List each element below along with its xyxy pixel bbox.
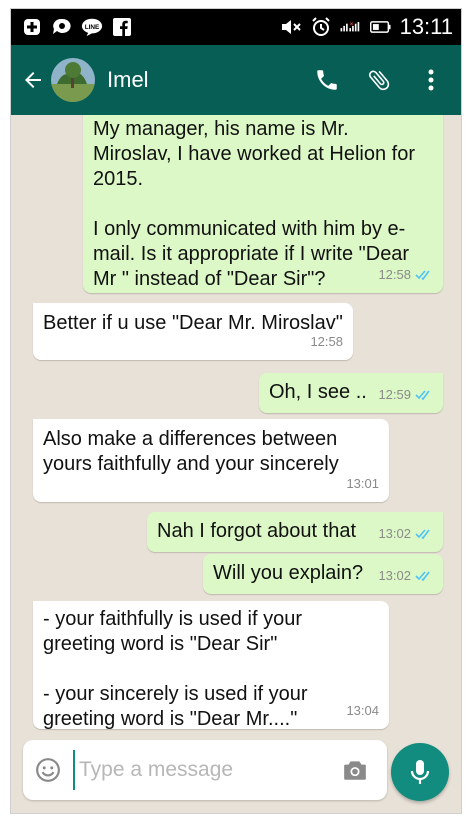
message-bubble-outgoing[interactable]: Nah I forgot about that 13:02 bbox=[147, 512, 443, 552]
attach-button[interactable] bbox=[363, 60, 395, 100]
message-text: Oh, I see .. bbox=[269, 381, 367, 403]
message-bubble-incoming[interactable]: Better if u use "Dear Mr. Miroslav" 12:5… bbox=[33, 303, 353, 360]
status-right: 13:11 bbox=[280, 14, 461, 40]
message-sync-icon bbox=[51, 16, 73, 38]
message-text: Also make a differences between yours fa… bbox=[43, 428, 339, 475]
message-meta: 12:58 bbox=[378, 262, 433, 287]
message-time: 13:02 bbox=[378, 526, 411, 541]
svg-text:LINE: LINE bbox=[85, 24, 100, 31]
camera-button[interactable] bbox=[337, 740, 373, 800]
camera-icon bbox=[344, 761, 366, 780]
message-time: 12:58 bbox=[378, 267, 411, 282]
contact-name[interactable]: Imel bbox=[107, 67, 149, 93]
message-text: Better if u use "Dear Mr. Miroslav" bbox=[43, 312, 343, 334]
message-time: 13:02 bbox=[378, 568, 411, 583]
read-ticks-icon bbox=[415, 528, 430, 539]
message-text: - your faithfully is used if your greeti… bbox=[43, 608, 308, 730]
message-meta: 13:04 bbox=[346, 698, 379, 723]
alarm-icon bbox=[310, 16, 332, 38]
message-time: 12:58 bbox=[310, 334, 343, 349]
battery-icon bbox=[369, 16, 392, 38]
message-time: 13:01 bbox=[346, 476, 379, 491]
message-text: Will you explain? bbox=[213, 562, 364, 584]
message-meta: 12:58 bbox=[310, 329, 343, 354]
message-bubble-outgoing[interactable]: Oh, I see .. 12:59 bbox=[259, 373, 443, 413]
message-meta: 13:02 bbox=[378, 521, 433, 546]
message-meta: 13:02 bbox=[378, 563, 433, 588]
status-bar: LINE 13:11 bbox=[11, 9, 461, 45]
read-ticks-icon bbox=[415, 570, 430, 581]
message-meta: 12:59 bbox=[378, 382, 433, 407]
line-icon: LINE bbox=[81, 16, 103, 38]
status-time: 13:11 bbox=[399, 14, 453, 39]
more-icon bbox=[428, 69, 434, 91]
more-options-button[interactable] bbox=[415, 60, 447, 100]
message-meta: 13:01 bbox=[346, 471, 379, 496]
message-text: My manager, his name is Mr. Miroslav, I … bbox=[93, 118, 415, 290]
composer bbox=[23, 740, 387, 800]
back-button[interactable] bbox=[13, 45, 53, 115]
contact-avatar[interactable] bbox=[51, 58, 95, 102]
emoji-button[interactable] bbox=[23, 740, 73, 800]
signal-icon bbox=[340, 16, 362, 38]
message-bubble-outgoing[interactable]: My manager, his name is Mr. Miroslav, I … bbox=[83, 115, 443, 293]
phone-screen: LINE 13:11 Imel My manager, his name is … bbox=[10, 8, 462, 814]
message-list[interactable]: My manager, his name is Mr. Miroslav, I … bbox=[11, 115, 461, 735]
attach-icon bbox=[368, 70, 390, 91]
emoji-icon bbox=[36, 758, 60, 782]
read-ticks-icon bbox=[415, 269, 430, 280]
message-bubble-outgoing[interactable]: Will you explain? 13:02 bbox=[203, 554, 443, 594]
mute-icon bbox=[280, 16, 302, 38]
bbm-icon bbox=[21, 16, 43, 38]
message-time: 13:04 bbox=[346, 703, 379, 718]
microphone-icon bbox=[410, 760, 430, 784]
chat-header: Imel bbox=[11, 45, 461, 115]
header-actions bbox=[311, 60, 461, 100]
message-bubble-incoming[interactable]: - your faithfully is used if your greeti… bbox=[33, 601, 389, 730]
message-text: Nah I forgot about that bbox=[157, 520, 357, 542]
call-icon bbox=[317, 70, 337, 90]
status-left: LINE bbox=[11, 16, 133, 38]
message-input[interactable] bbox=[73, 750, 313, 790]
message-bubble-incoming[interactable]: Also make a differences between yours fa… bbox=[33, 419, 389, 502]
message-time: 12:59 bbox=[378, 387, 411, 402]
facebook-icon bbox=[111, 16, 133, 38]
voice-record-button[interactable] bbox=[391, 743, 449, 801]
arrow-left-icon bbox=[25, 72, 41, 88]
call-button[interactable] bbox=[311, 60, 343, 100]
read-ticks-icon bbox=[415, 389, 430, 400]
